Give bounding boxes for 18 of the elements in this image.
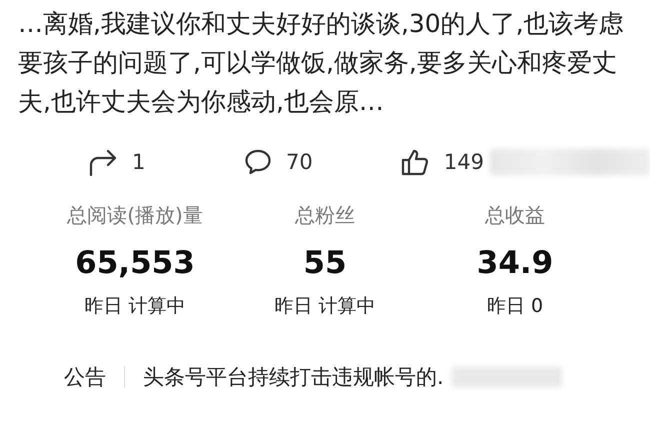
like-count: 149 [444,150,484,174]
notice-text[interactable]: 头条号平台持续打击违规帐号的. [143,363,444,391]
stat-value: 34.9 [476,244,554,283]
share-count: 1 [132,150,146,174]
comment-icon[interactable] [244,148,272,176]
stat-value: 65,553 [75,244,195,283]
thumbs-up-icon[interactable] [400,147,430,177]
notice-tag: 公告 [64,363,106,391]
stat-label: 总粉丝 [295,202,355,229]
stat-label: 总阅读(播放)量 [67,202,203,229]
stat-label: 总收益 [485,202,545,229]
post-excerpt: …离婚,我建议你和丈夫好好的谈谈,30的人了,也该考虑要孩子的问题了,可以学做饭,做家务,要多关心和疼爱丈夫,也许丈夫会为你感动,也会原… [17,8,625,118]
yesterday-value: 昨日 计算中 [274,294,376,319]
share-icon[interactable] [88,148,118,176]
comment-count: 70 [286,150,313,174]
yesterday-value: 昨日 计算中 [84,294,186,319]
stat-value: 55 [303,244,347,283]
yesterday-value: 昨日 0 [486,294,544,319]
